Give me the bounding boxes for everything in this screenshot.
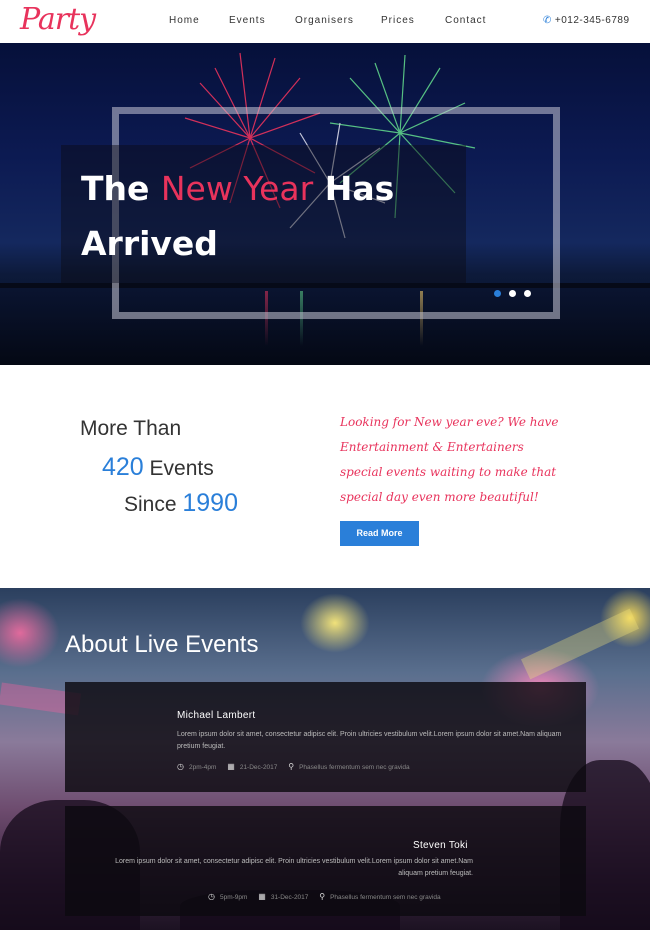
event-time: 5pm-9pm	[219, 894, 248, 901]
section-title: About Live Events	[65, 631, 259, 658]
hero-title-accent: New Year	[160, 169, 314, 208]
nav-organisers[interactable]: Organisers	[295, 15, 354, 26]
event-name: Steven Toki	[413, 840, 468, 851]
clock-icon: ◷	[208, 892, 215, 901]
stat-year: 1990	[182, 489, 238, 517]
site-header: Party Home Events Organisers Prices Cont…	[0, 0, 650, 43]
phone-contact[interactable]: ✆ +012-345-6789	[543, 15, 630, 26]
event-description: Lorem ipsum dolor sit amet, consectetur …	[115, 858, 473, 877]
stat-count: 420	[102, 453, 144, 481]
slider-dot-1[interactable]	[494, 290, 501, 297]
clock-icon: ◷	[177, 762, 184, 771]
nav-contact[interactable]: Contact	[445, 15, 486, 26]
stat-line-3: Since 1990	[124, 489, 238, 517]
phone-number: +012-345-6789	[554, 15, 630, 26]
hero-slider: The New Year Has Arrived	[0, 43, 650, 365]
event-time: 2pm-4pm	[188, 764, 217, 771]
event-description: Lorem ipsum dolor sit amet, consectetur …	[177, 731, 562, 750]
event-location: Phasellus fermentum sem nec gravida	[299, 764, 410, 771]
event-name: Michael Lambert	[177, 710, 256, 721]
event-meta: ◷ 5pm-9pm ▦ 31-Dec-2017 ⚲ Phasellus ferment…	[208, 892, 441, 901]
calendar-icon: ▦	[258, 892, 266, 901]
hero-title: The New Year Has Arrived	[81, 169, 395, 263]
location-icon: ⚲	[288, 762, 295, 771]
event-location: Phasellus fermentum sem nec gravida	[330, 894, 441, 901]
event-card[interactable]: Michael Lambert Lorem ipsum dolor sit am…	[65, 682, 586, 792]
nav-home[interactable]: Home	[169, 15, 200, 26]
event-meta: ◷ 2pm-4pm ▦ 21-Dec-2017 ⚲ Phasellus ferment…	[177, 762, 410, 771]
stage-light	[300, 593, 370, 653]
location-icon: ⚲	[319, 892, 326, 901]
intro-section: More Than 420 Events Since 1990 Looking …	[0, 365, 650, 588]
event-date: 31-Dec-2017	[270, 894, 309, 901]
stat-line-1: More Than	[80, 417, 182, 440]
event-card[interactable]: Steven Toki Lorem ipsum dolor sit amet, …	[65, 806, 586, 916]
event-date: 21-Dec-2017	[239, 764, 278, 771]
intro-text: Looking for New year eve? We have Entert…	[340, 415, 559, 504]
nav-prices[interactable]: Prices	[381, 15, 415, 26]
slider-dot-3[interactable]	[524, 290, 531, 297]
phone-icon: ✆	[543, 15, 552, 26]
nav-events[interactable]: Events	[229, 15, 266, 26]
stage-light	[0, 598, 60, 668]
read-more-button[interactable]: Read More	[340, 521, 419, 546]
stat-line-2: 420 Events	[102, 453, 214, 481]
slider-dot-2[interactable]	[509, 290, 516, 297]
calendar-icon: ▦	[227, 762, 235, 771]
live-events-section: About Live Events Michael Lambert Lorem …	[0, 588, 650, 930]
